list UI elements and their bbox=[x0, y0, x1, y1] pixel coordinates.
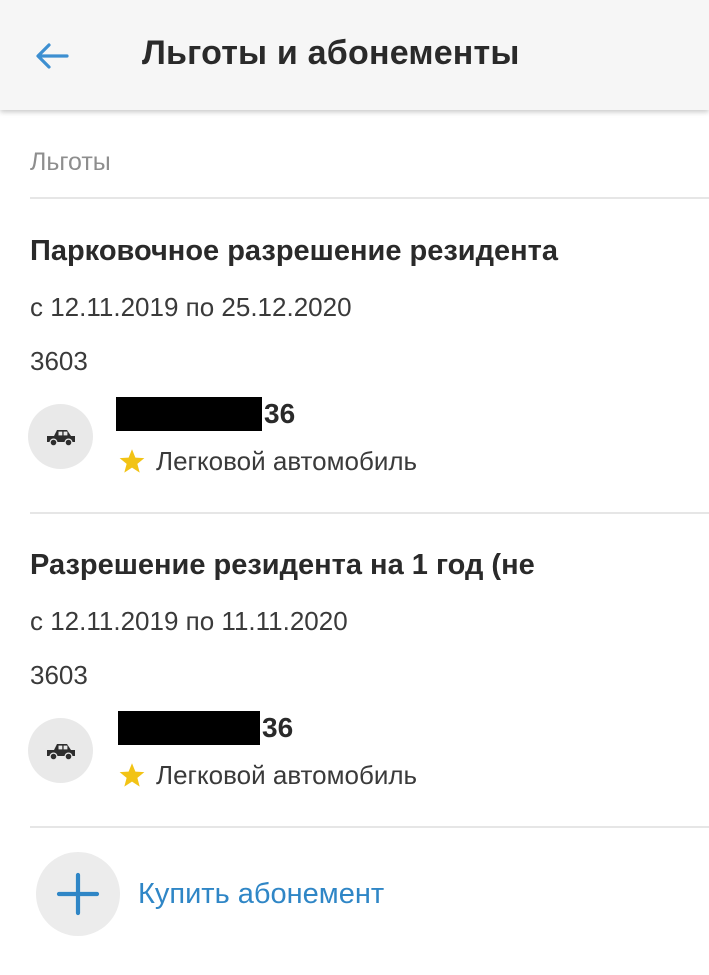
plate-redacted-block bbox=[116, 397, 262, 431]
vehicle-avatar bbox=[28, 404, 93, 469]
section-header-benefits: Льготы bbox=[30, 148, 111, 176]
buy-subscription-button[interactable]: Купить абонемент bbox=[36, 852, 384, 936]
permit-dates: с 12.11.2019 по 11.11.2020 bbox=[30, 606, 348, 636]
permit-card[interactable]: Разрешение резидента на 1 год (не с 12.1… bbox=[0, 549, 709, 819]
permit-title: Разрешение резидента на 1 год (не bbox=[30, 549, 535, 581]
plus-icon bbox=[56, 872, 100, 916]
vehicle-type-row: Легковой автомобиль bbox=[118, 760, 417, 791]
vehicle-type-row: Легковой автомобиль bbox=[118, 446, 417, 477]
divider bbox=[30, 197, 709, 199]
vehicle-plate: 36 bbox=[116, 397, 295, 431]
buy-subscription-label: Купить абонемент bbox=[138, 877, 385, 910]
star-icon bbox=[119, 763, 145, 787]
vehicle-plate: 36 bbox=[118, 711, 293, 745]
permit-code: 3603 bbox=[30, 660, 88, 690]
divider bbox=[30, 826, 709, 828]
plate-suffix: 36 bbox=[264, 398, 296, 429]
vehicle-type-label: Легковой автомобиль bbox=[156, 446, 418, 476]
star-icon bbox=[119, 449, 145, 473]
back-button[interactable] bbox=[30, 34, 74, 78]
buy-subscription-icon-circle bbox=[36, 852, 120, 936]
divider bbox=[30, 512, 709, 514]
permit-title: Парковочное разрешение резидента bbox=[30, 235, 558, 267]
permit-dates: с 12.11.2019 по 25.12.2020 bbox=[30, 292, 352, 322]
car-icon bbox=[46, 743, 75, 761]
vehicle-type-label: Легковой автомобиль bbox=[156, 760, 418, 790]
plate-suffix: 36 bbox=[262, 712, 294, 743]
permit-card[interactable]: Парковочное разрешение резидента с 12.11… bbox=[0, 235, 709, 505]
arrow-left-icon bbox=[36, 43, 69, 69]
permit-code: 3603 bbox=[30, 346, 88, 376]
car-icon bbox=[46, 429, 75, 447]
plate-redacted-block bbox=[118, 711, 260, 745]
app-bar: Льготы и абонементы bbox=[0, 0, 709, 110]
vehicle-avatar bbox=[28, 718, 93, 783]
page-title: Льготы и абонементы bbox=[142, 34, 520, 72]
